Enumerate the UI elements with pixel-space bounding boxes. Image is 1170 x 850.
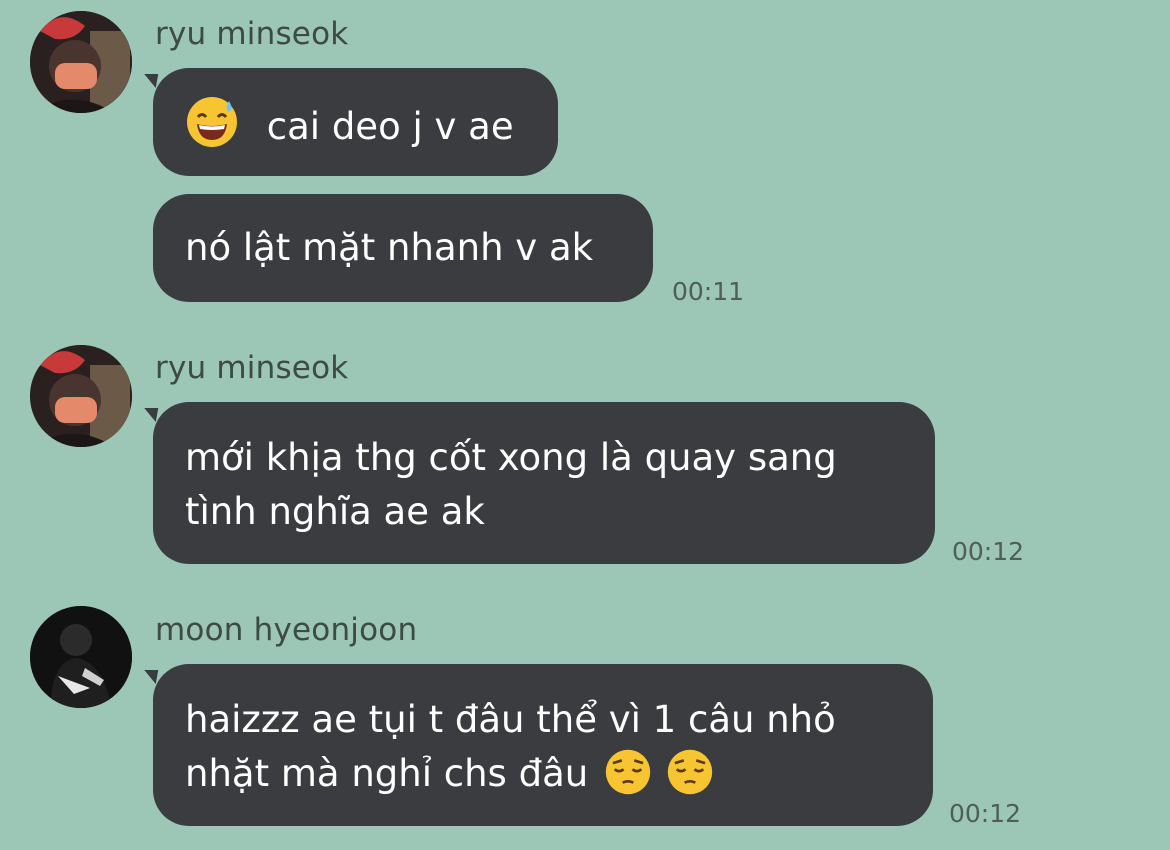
message-timestamp: 00:12 bbox=[952, 537, 1025, 566]
message-timestamp: 00:11 bbox=[672, 277, 745, 306]
sender-name: moon hyeonjoon bbox=[155, 612, 418, 648]
pensive-face-emoji-icon bbox=[604, 748, 652, 796]
user-avatar-icon bbox=[30, 345, 132, 447]
avatar-ryu-minseok[interactable] bbox=[30, 11, 132, 113]
user-avatar-icon bbox=[30, 606, 132, 708]
sender-name: ryu minseok bbox=[155, 350, 349, 386]
message-text-line: tình nghĩa ae ak bbox=[185, 490, 485, 533]
message-text: cai deo j v ae bbox=[266, 105, 514, 148]
message-bubble[interactable]: haizzz ae tụi t đâu thể vì 1 câu nhỏ nhặ… bbox=[153, 664, 933, 826]
grinning-sweat-emoji-icon bbox=[185, 95, 239, 149]
message-bubble[interactable]: cai deo j v ae bbox=[153, 68, 558, 176]
pensive-face-emoji-icon bbox=[666, 748, 714, 796]
message-bubble[interactable]: mới khịa thg cốt xong là quay sang tình … bbox=[153, 402, 935, 564]
message-text-line-with-emoji: nhặt mà nghỉ chs đâu bbox=[185, 747, 901, 801]
message-text: nó lật mặt nhanh v ak bbox=[185, 226, 594, 269]
message-text-line: mới khịa thg cốt xong là quay sang bbox=[185, 436, 837, 479]
user-avatar-icon bbox=[30, 11, 132, 113]
chat-thread: ryu minseok cai deo j v ae nó lật mặt nh… bbox=[0, 0, 1170, 850]
avatar-moon-hyeonjoon[interactable] bbox=[30, 606, 132, 708]
message-bubble[interactable]: nó lật mặt nhanh v ak bbox=[153, 194, 653, 302]
avatar-ryu-minseok[interactable] bbox=[30, 345, 132, 447]
message-text-line: haizzz ae tụi t đâu thể vì 1 câu nhỏ bbox=[185, 698, 836, 741]
message-timestamp: 00:12 bbox=[949, 799, 1022, 828]
message-text-line: nhặt mà nghỉ chs đâu bbox=[185, 752, 589, 795]
sender-name: ryu minseok bbox=[155, 16, 349, 52]
